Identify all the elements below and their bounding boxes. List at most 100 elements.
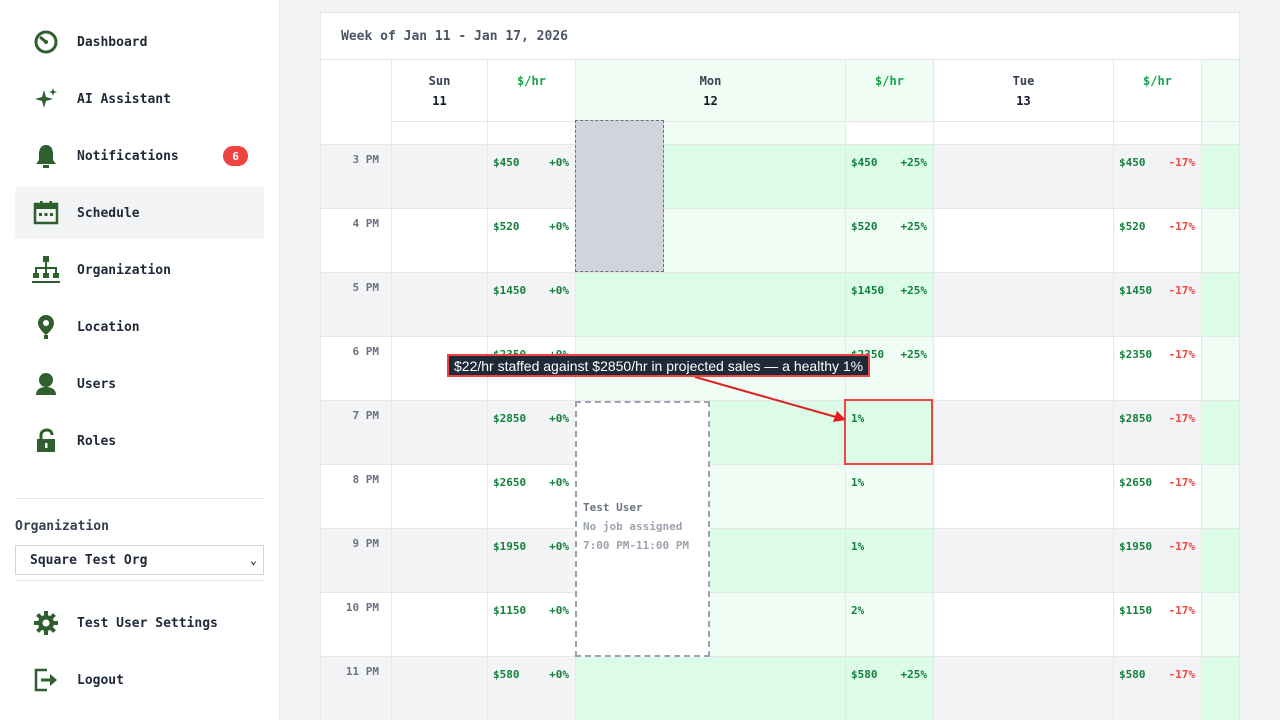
sales-change: +0%: [549, 412, 569, 425]
time-label: 10 PM: [345, 601, 379, 614]
wed-cell-partial: [1201, 529, 1239, 593]
sidebar-divider: [15, 498, 264, 499]
mon-cell[interactable]: [575, 657, 845, 720]
sidebar-item-dashboard[interactable]: Dashboard: [15, 16, 264, 68]
table-row: 7 PM $2850 +0% 1% $2850 -17%: [321, 400, 1239, 465]
sidebar-item-label: Location: [77, 319, 140, 335]
sidebar-item-label: Users: [77, 376, 117, 392]
sales-change: -17%: [1168, 476, 1196, 489]
time-label: 6 PM: [352, 345, 380, 358]
sales-value: $580: [851, 668, 878, 681]
time-label: 8 PM: [352, 473, 380, 486]
table-row: 8 PM $2650 +0% 1% $2650 -17%: [321, 464, 1239, 529]
shift-job: No job assigned: [583, 520, 683, 533]
wed-cell-partial: [1201, 593, 1239, 657]
sidebar-item-roles[interactable]: Roles: [15, 415, 264, 467]
sales-value: $1450: [1119, 284, 1153, 297]
tue-cell[interactable]: [933, 657, 1113, 720]
mon-rate-cell: $520 +25%: [845, 209, 933, 273]
day-name: Mon: [699, 74, 722, 88]
sales-change: +0%: [549, 476, 569, 489]
table-row: 4 PM $520 +0% $520 +25% $520 -17%: [321, 208, 1239, 273]
mon-rate-cell: $1450 +25%: [845, 273, 933, 337]
tue-rate-cell: $2650 -17%: [1113, 465, 1201, 529]
rate-header-tue: $/hr: [1113, 60, 1201, 121]
sun-cell[interactable]: [391, 593, 487, 657]
chevron-down-icon: ⌄: [249, 553, 257, 567]
sales-change: +0%: [549, 668, 569, 681]
lock-icon: [31, 426, 61, 456]
sidebar-item-organization[interactable]: Organization: [15, 244, 264, 296]
sun-rate-cell: $2850 +0%: [487, 401, 575, 465]
tue-cell[interactable]: [933, 337, 1113, 401]
org-chart-icon: [31, 255, 61, 285]
sun-rate-cell: $580 +0%: [487, 657, 575, 720]
organization-select[interactable]: Square Test Org ⌄: [15, 545, 264, 575]
sun-rate-cell: $1950 +0%: [487, 529, 575, 593]
grid-spacer-row: [321, 121, 1239, 145]
logout-button[interactable]: Logout: [15, 654, 264, 706]
time-label: 3 PM: [352, 153, 380, 166]
callout-tooltip: $22/hr staffed against $2850/hr in proje…: [447, 354, 871, 377]
sidebar-item-label: Dashboard: [77, 34, 148, 50]
partial-nav-icon: [33, 487, 59, 492]
rate-label: $/hr: [1143, 74, 1172, 88]
shift-card[interactable]: Test User No job assigned 7:00 PM-11:00 …: [575, 401, 710, 657]
user-icon: [31, 369, 61, 399]
sidebar-item-ai-assistant[interactable]: AI Assistant: [15, 73, 264, 125]
sales-change: +0%: [549, 156, 569, 169]
time-label: 11 PM: [345, 665, 379, 678]
sidebar-item-notifications[interactable]: Notifications 6: [15, 130, 264, 182]
sun-cell[interactable]: [391, 657, 487, 720]
sales-value: $1950: [493, 540, 527, 553]
sun-cell[interactable]: [391, 209, 487, 273]
wed-cell-partial: [1201, 145, 1239, 209]
tue-cell[interactable]: [933, 145, 1113, 209]
sun-cell[interactable]: [391, 273, 487, 337]
gear-icon: [31, 608, 61, 638]
sales-change: -17%: [1168, 220, 1196, 233]
logout-label: Logout: [77, 672, 124, 688]
sun-cell[interactable]: [391, 529, 487, 593]
sales-value: $1450: [851, 284, 885, 297]
tue-rate-cell: $1150 -17%: [1113, 593, 1201, 657]
sidebar-divider: [15, 580, 264, 581]
time-label: 9 PM: [352, 537, 380, 550]
mon-cell[interactable]: [575, 273, 845, 337]
sales-change: -17%: [1168, 604, 1196, 617]
highlight-box: [844, 399, 933, 465]
sales-value: $1950: [1119, 540, 1153, 553]
sidebar-item-location[interactable]: Location: [15, 301, 264, 353]
sales-change: -17%: [1168, 284, 1196, 297]
sun-cell[interactable]: [391, 145, 487, 209]
tue-cell[interactable]: [933, 401, 1113, 465]
sidebar-item-label: Notifications: [77, 148, 179, 164]
sales-value: $520: [851, 220, 878, 233]
tue-cell[interactable]: [933, 209, 1113, 273]
tue-cell[interactable]: [933, 465, 1113, 529]
rate-header-sun: $/hr: [487, 60, 575, 121]
wed-cell-partial: [1201, 337, 1239, 401]
shift-block-empty[interactable]: [575, 120, 664, 272]
sales-change: +25%: [900, 668, 928, 681]
sun-cell[interactable]: [391, 465, 487, 529]
tue-cell[interactable]: [933, 273, 1113, 337]
sun-rate-cell: $1150 +0%: [487, 593, 575, 657]
settings-button[interactable]: Test User Settings: [15, 597, 264, 649]
day-date: 13: [1016, 94, 1031, 108]
day-name: Tue: [1012, 74, 1035, 88]
sales-value: $520: [493, 220, 520, 233]
sidebar-item-schedule[interactable]: Schedule: [15, 187, 264, 239]
sales-value: $2850: [493, 412, 527, 425]
notification-count-badge: 6: [223, 146, 248, 166]
tue-rate-cell: $1450 -17%: [1113, 273, 1201, 337]
dashboard-icon: [31, 27, 61, 57]
sun-cell[interactable]: [391, 401, 487, 465]
day-name: Sun: [428, 74, 451, 88]
tue-cell[interactable]: [933, 593, 1113, 657]
wed-cell-partial: [1201, 401, 1239, 465]
sales-change: -17%: [1168, 540, 1196, 553]
sidebar-item-users[interactable]: Users: [15, 358, 264, 410]
tue-rate-cell: $1950 -17%: [1113, 529, 1201, 593]
tue-cell[interactable]: [933, 529, 1113, 593]
